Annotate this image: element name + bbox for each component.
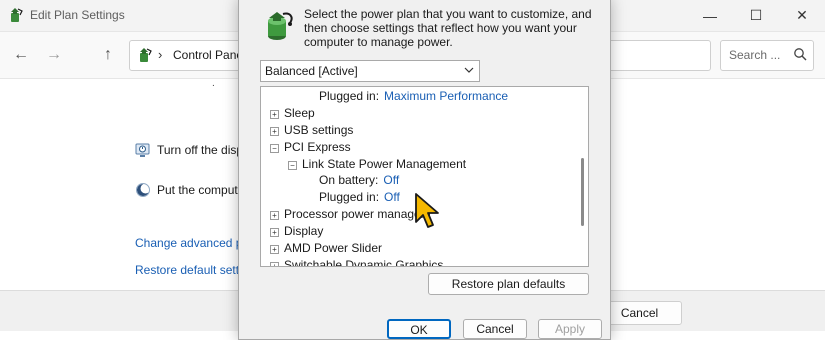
forward-arrow-icon: → xyxy=(46,46,62,63)
tree-node-label: Processor power managem xyxy=(284,207,431,221)
power-options-icon xyxy=(11,8,23,22)
change-advanced-link[interactable]: Change advanced po xyxy=(135,236,249,250)
expand-plus-icon[interactable]: + xyxy=(270,127,279,136)
setting-label: On battery: xyxy=(319,173,379,187)
stray-mark: . xyxy=(212,78,215,89)
display-timer-icon xyxy=(135,143,150,157)
collapse-minus-icon[interactable]: − xyxy=(288,161,297,170)
setting-value-link[interactable]: Maximum Performance xyxy=(384,89,508,103)
tree-setting-plugged-in[interactable]: Plugged in: Maximum Performance xyxy=(319,89,508,105)
power-plan-selected: Balanced [Active] xyxy=(265,64,358,78)
restore-plan-defaults-label: Restore plan defaults xyxy=(451,277,566,291)
setting-value-link[interactable]: Off xyxy=(384,190,400,204)
power-plan-select[interactable]: Balanced [Active] xyxy=(260,60,480,82)
search-input[interactable]: Search ... xyxy=(720,40,814,71)
tree-node-label: USB settings xyxy=(284,123,354,137)
tree-node-display[interactable]: Display xyxy=(284,224,323,240)
tree-node-link-state-power-management[interactable]: Link State Power Management xyxy=(302,157,466,173)
setting-label: Plugged in: xyxy=(319,89,380,103)
tree-scrollbar-thumb[interactable] xyxy=(581,158,584,226)
turn-off-display-label: Turn off the disp xyxy=(157,143,244,157)
put-computer-to-sleep-label: Put the compute xyxy=(157,183,245,197)
sleep-moon-icon xyxy=(136,183,151,197)
power-options-icon xyxy=(140,48,152,62)
expand-plus-icon[interactable]: + xyxy=(270,228,279,237)
advanced-settings-dialog: Select the power plan that you want to c… xyxy=(238,0,611,340)
breadcrumb-control-panel[interactable]: Control Panel xyxy=(173,48,246,62)
up-button[interactable]: ↑ xyxy=(97,44,119,66)
chevron-right-icon: › xyxy=(158,47,163,62)
collapse-minus-icon[interactable]: − xyxy=(270,144,279,153)
back-arrow-icon: ← xyxy=(13,46,29,63)
cancel-button[interactable]: Cancel xyxy=(463,319,527,339)
tree-setting-plugged-in[interactable]: Plugged in: Off xyxy=(319,190,400,206)
dialog-description: Select the power plan that you want to c… xyxy=(304,7,592,49)
apply-button[interactable]: Apply xyxy=(538,319,602,339)
tree-node-label: Sleep xyxy=(284,106,315,120)
ok-label: OK xyxy=(410,323,428,337)
expand-plus-icon[interactable]: + xyxy=(270,245,279,254)
background-cancel-label: Cancel xyxy=(620,306,659,320)
tree-node-processor-power-management[interactable]: Processor power managem xyxy=(284,207,431,223)
cancel-label: Cancel xyxy=(476,322,514,336)
maximize-icon: ☐ xyxy=(749,7,763,23)
settings-tree[interactable]: Plugged in: Maximum Performance + Sleep +… xyxy=(260,86,589,267)
tree-node-sleep[interactable]: Sleep xyxy=(284,106,315,122)
back-button[interactable]: ← xyxy=(10,44,32,66)
setting-value-link[interactable]: Off xyxy=(383,173,399,187)
window-title: Edit Plan Settings xyxy=(30,8,125,22)
mouse-pointer-icon xyxy=(415,193,439,228)
tree-node-label: Link State Power Management xyxy=(302,157,467,171)
tree-node-usb-settings[interactable]: USB settings xyxy=(284,123,353,139)
minimize-icon: — xyxy=(703,7,717,24)
up-arrow-icon: ↑ xyxy=(104,46,112,63)
maximize-button[interactable]: ☐ xyxy=(733,0,779,31)
restore-plan-defaults-button[interactable]: Restore plan defaults xyxy=(428,273,589,295)
ok-button[interactable]: OK xyxy=(387,319,451,339)
tree-node-pci-express[interactable]: PCI Express xyxy=(284,140,351,156)
tree-node-label: AMD Power Slider xyxy=(284,241,383,255)
expand-plus-icon[interactable]: + xyxy=(270,110,279,119)
tree-node-amd-power-slider[interactable]: AMD Power Slider xyxy=(284,241,382,257)
forward-button[interactable]: → xyxy=(43,44,65,66)
search-icon xyxy=(794,48,807,61)
minimize-button[interactable]: — xyxy=(687,0,733,31)
tree-node-label: PCI Express xyxy=(284,140,351,154)
power-options-icon xyxy=(268,12,293,40)
setting-label: Plugged in: xyxy=(319,190,380,204)
tree-setting-on-battery[interactable]: On battery: Off xyxy=(319,173,399,189)
close-icon: ✕ xyxy=(796,7,808,23)
close-button[interactable]: ✕ xyxy=(779,0,825,31)
restore-default-link[interactable]: Restore default setti xyxy=(135,263,242,277)
tree-node-label: Switchable Dynamic Graphics xyxy=(284,258,444,267)
apply-label: Apply xyxy=(554,322,586,336)
search-placeholder: Search ... xyxy=(729,48,781,62)
tree-node-switchable-dynamic-graphics[interactable]: Switchable Dynamic Graphics xyxy=(284,258,444,267)
tree-node-label: Display xyxy=(284,224,324,238)
chevron-down-icon xyxy=(464,67,474,73)
expand-plus-icon[interactable]: + xyxy=(270,262,279,266)
expand-plus-icon[interactable]: + xyxy=(270,211,279,220)
